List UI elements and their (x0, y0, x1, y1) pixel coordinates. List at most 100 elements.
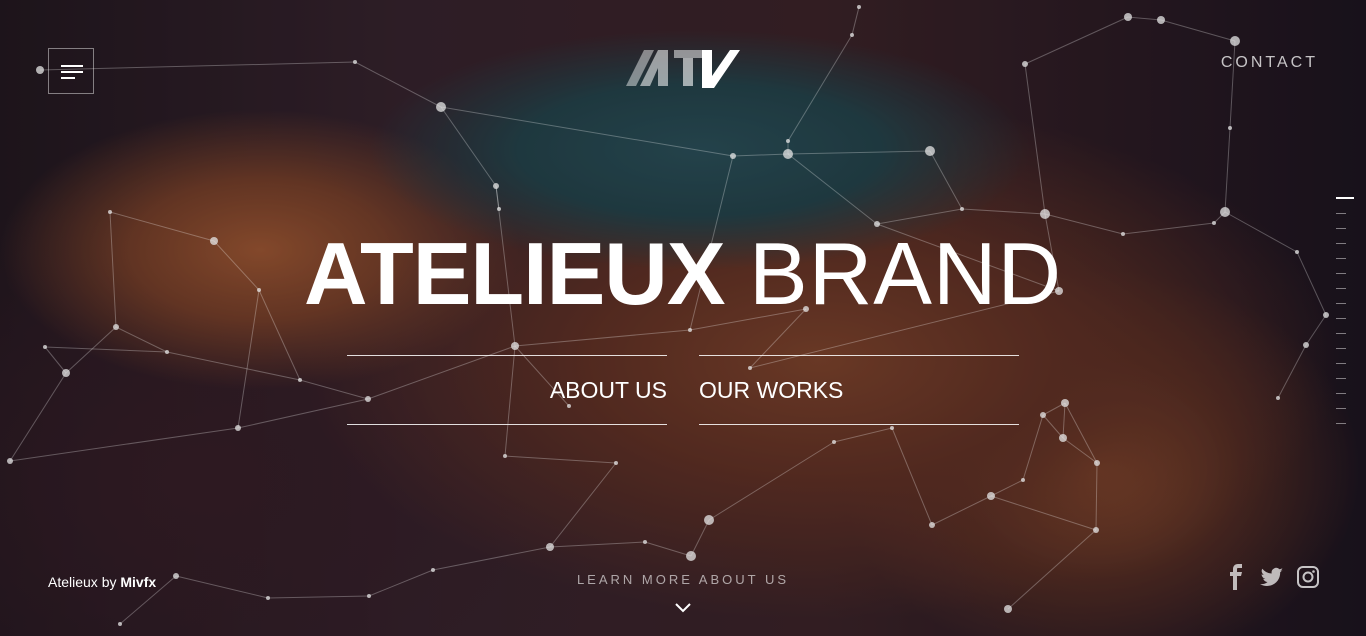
network-link (504, 455, 617, 464)
network-node (353, 60, 357, 64)
network-link (931, 495, 992, 526)
network-node (266, 596, 270, 600)
network-node (783, 149, 793, 159)
hero-title: ATELIEUX BRAND (0, 228, 1366, 320)
network-link (990, 479, 1024, 497)
network-node (1022, 61, 1028, 67)
network-node (850, 33, 854, 37)
network-node (1230, 36, 1240, 46)
network-node (1059, 434, 1067, 442)
network-node (1157, 16, 1165, 24)
section-tick[interactable] (1336, 333, 1346, 334)
section-indicator (1336, 197, 1356, 438)
network-node (857, 5, 861, 9)
about-bottom-rule (347, 424, 667, 425)
network-node (497, 207, 501, 211)
network-link (549, 462, 617, 548)
network-link (787, 34, 853, 142)
network-link (1160, 19, 1236, 42)
section-tick[interactable] (1336, 273, 1346, 274)
network-node (367, 594, 371, 598)
section-tick[interactable] (1336, 393, 1346, 394)
section-tick[interactable] (1336, 363, 1346, 364)
network-node (165, 350, 169, 354)
atv-logo[interactable] (626, 46, 740, 90)
network-node (704, 515, 714, 525)
facebook-icon[interactable] (1224, 564, 1248, 590)
works-top-rule (699, 355, 1019, 356)
menu-button[interactable] (48, 48, 94, 94)
section-tick-active[interactable] (1336, 197, 1354, 199)
network-node (987, 492, 995, 500)
network-node (925, 146, 935, 156)
network-node (643, 540, 647, 544)
network-node (567, 404, 571, 408)
network-link (1127, 16, 1162, 21)
network-node (1004, 605, 1012, 613)
section-tick[interactable] (1336, 408, 1346, 409)
section-tick[interactable] (1336, 213, 1346, 214)
network-link (432, 546, 551, 571)
network-node (688, 328, 692, 332)
network-node (748, 366, 752, 370)
works-bottom-rule (699, 424, 1019, 425)
network-node (511, 342, 519, 350)
network-node (890, 426, 894, 430)
network-link (990, 495, 1097, 531)
hamburger-icon-line (61, 65, 83, 67)
network-link (708, 441, 835, 521)
network-link (851, 6, 860, 36)
network-link (504, 345, 516, 457)
network-node (1094, 460, 1100, 466)
instagram-icon[interactable] (1296, 564, 1320, 590)
network-node (1276, 396, 1280, 400)
section-tick[interactable] (1336, 303, 1346, 304)
network-link (929, 150, 963, 210)
twitter-icon[interactable] (1260, 564, 1284, 590)
section-tick[interactable] (1336, 243, 1346, 244)
network-link (354, 61, 442, 108)
learn-more-link[interactable]: LEARN MORE ABOUT US (0, 572, 1366, 587)
network-link (514, 329, 691, 347)
social-links (1224, 564, 1320, 590)
our-works-link[interactable]: OUR WORKS (699, 376, 843, 404)
network-link (644, 541, 692, 557)
network-link (787, 153, 878, 225)
network-link (732, 153, 789, 157)
network-link (1064, 402, 1098, 464)
hero-title-light: BRAND (749, 224, 1063, 323)
network-node (614, 461, 618, 465)
network-link (299, 379, 369, 400)
section-tick[interactable] (1336, 228, 1346, 229)
section-tick[interactable] (1336, 423, 1346, 424)
network-node (546, 543, 554, 551)
network-node (235, 425, 241, 431)
chevron-down-icon[interactable] (673, 600, 693, 616)
network-node (686, 551, 696, 561)
network-node (436, 102, 446, 112)
network-node (36, 66, 44, 74)
about-us-link[interactable]: ABOUT US (550, 376, 667, 404)
network-node (62, 369, 70, 377)
section-tick[interactable] (1336, 318, 1346, 319)
section-tick[interactable] (1336, 378, 1346, 379)
section-tick[interactable] (1336, 258, 1346, 259)
network-node (1124, 13, 1132, 21)
section-tick[interactable] (1336, 288, 1346, 289)
network-link (367, 345, 516, 400)
network-node (503, 454, 507, 458)
contact-link[interactable]: CONTACT (1221, 54, 1318, 72)
section-tick[interactable] (1336, 348, 1346, 349)
network-node (7, 458, 13, 464)
network-link (1224, 127, 1231, 213)
network-link (1062, 437, 1098, 464)
network-node (960, 207, 964, 211)
network-node (1040, 209, 1050, 219)
network-link (44, 346, 168, 353)
network-link (1042, 414, 1064, 439)
network-link (833, 427, 893, 443)
network-link (440, 106, 497, 187)
network-node (832, 440, 836, 444)
network-link (166, 351, 301, 381)
network-node (118, 622, 122, 626)
